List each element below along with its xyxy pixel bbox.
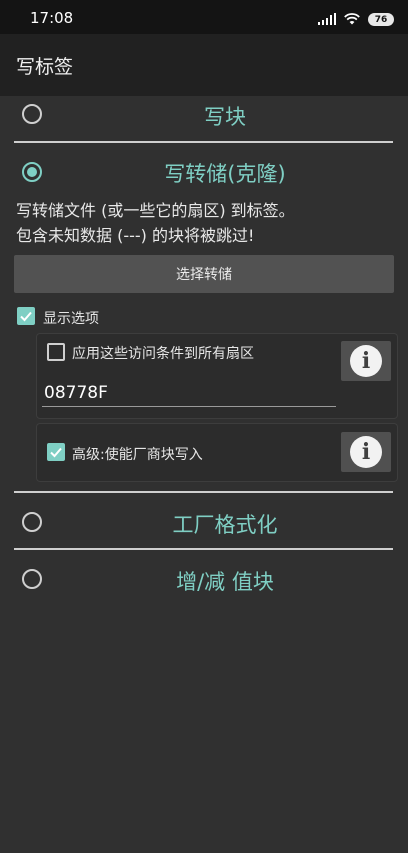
access-conditions-input[interactable] [42, 380, 336, 407]
access-conditions-checkbox[interactable] [47, 343, 65, 361]
select-dump-button[interactable]: 选择转储 [14, 255, 394, 293]
value-block-radio[interactable] [22, 569, 42, 589]
factory-format-label[interactable]: 工厂格式化 [60, 509, 390, 539]
advanced-info-button[interactable]: i [341, 432, 391, 472]
divider [14, 491, 393, 493]
divider [14, 548, 393, 550]
status-bar: 17:08 76 [0, 0, 408, 34]
advanced-checkbox[interactable] [47, 443, 65, 461]
write-block-label[interactable]: 写块 [60, 101, 390, 131]
write-dump-label[interactable]: 写转储(克隆) [60, 158, 390, 188]
write-block-radio[interactable] [22, 104, 42, 124]
write-dump-radio[interactable] [22, 162, 42, 182]
info-icon: i [350, 345, 382, 377]
write-dump-description-line1: 写转储文件 (或一些它的扇区) 到标签。 [16, 201, 295, 220]
info-icon: i [350, 436, 382, 468]
checkmark-icon [20, 311, 32, 322]
checkmark-icon [50, 447, 62, 458]
show-options-checkbox[interactable] [17, 307, 35, 325]
divider [14, 141, 393, 143]
page-title: 写标签 [16, 56, 74, 78]
battery-icon: 76 [368, 13, 394, 26]
status-time: 17:08 [30, 9, 74, 27]
wifi-icon [344, 10, 360, 29]
factory-format-radio[interactable] [22, 512, 42, 532]
access-conditions-label[interactable]: 应用这些访问条件到所有扇区 [72, 343, 254, 363]
advanced-label[interactable]: 高级:使能厂商块写入 [72, 444, 203, 464]
show-options-label[interactable]: 显示选项 [43, 308, 99, 328]
app-toolbar: 写标签 [0, 34, 408, 96]
signal-icon [318, 10, 336, 29]
access-conditions-info-button[interactable]: i [341, 341, 391, 381]
status-icons: 76 [318, 10, 394, 29]
write-dump-description-line2: 包含未知数据 (---) 的块将被跳过! [16, 226, 255, 245]
value-block-label[interactable]: 增/减 值块 [60, 566, 390, 596]
